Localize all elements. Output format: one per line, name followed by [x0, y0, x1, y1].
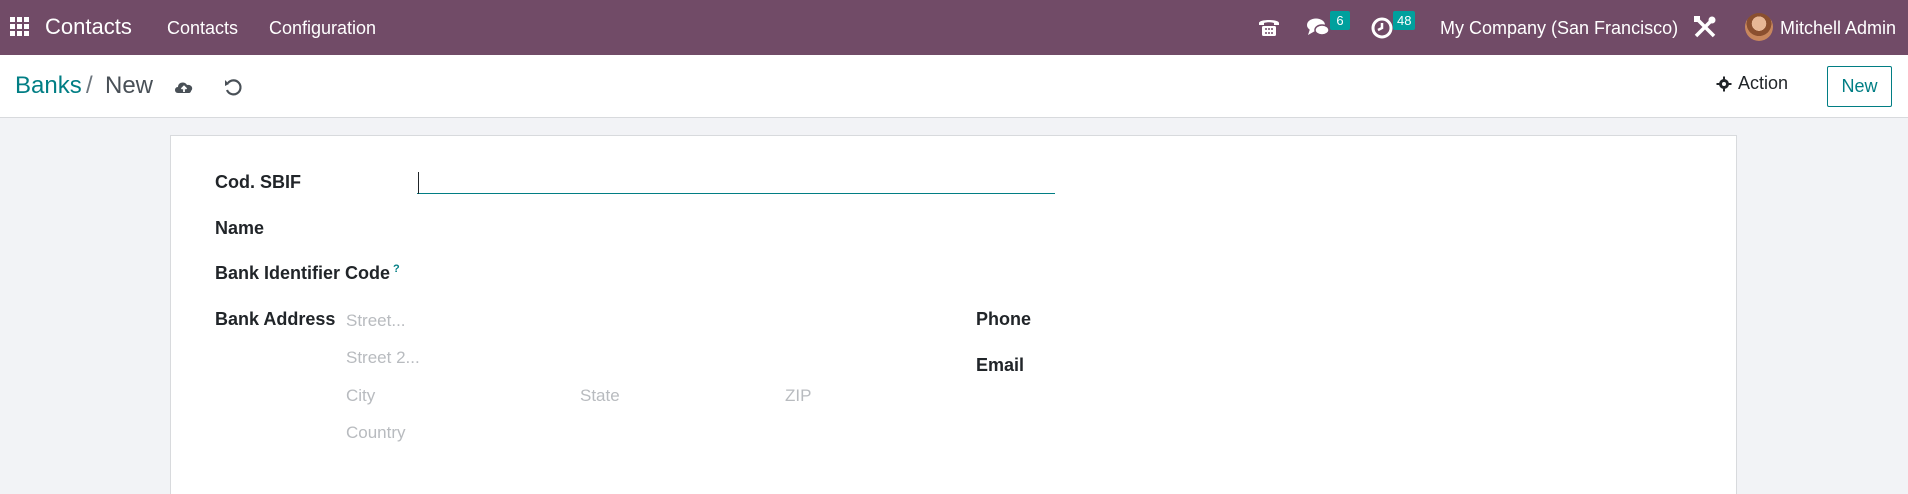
- clock-icon[interactable]: [1369, 14, 1395, 40]
- cod-sbif-label: Cod. SBIF: [215, 172, 301, 192]
- menu-configuration[interactable]: Configuration: [269, 18, 376, 39]
- chat-icon[interactable]: [1305, 14, 1331, 40]
- breadcrumb-separator: /: [86, 72, 93, 99]
- country-input[interactable]: Country: [346, 423, 406, 443]
- form-sheet: Cod. SBIF Name Bank Identifier Code? Ban…: [170, 135, 1737, 494]
- menu-contacts[interactable]: Contacts: [167, 18, 238, 39]
- city-input[interactable]: City: [346, 386, 375, 406]
- action-label: Action: [1738, 73, 1789, 93]
- messages-count-badge: 6: [1330, 11, 1350, 30]
- zip-input[interactable]: ZIP: [785, 386, 811, 406]
- email-label: Email: [976, 355, 1025, 375]
- breadcrumb-current: New: [105, 72, 154, 99]
- breadcrumb-banks[interactable]: Banks: [15, 72, 82, 100]
- street-input[interactable]: Street...: [346, 311, 406, 331]
- state-input[interactable]: State: [580, 386, 620, 406]
- user-avatar[interactable]: [1745, 13, 1773, 41]
- bic-help-tooltip[interactable]: ?: [393, 263, 400, 275]
- tools-icon[interactable]: [1692, 14, 1718, 40]
- name-label: Name: [215, 218, 265, 238]
- activities-count-badge: 48: [1393, 11, 1416, 30]
- bank-address-label: Bank Address: [215, 309, 336, 329]
- user-menu[interactable]: Mitchell Admin: [1780, 18, 1896, 39]
- cloud-upload-icon[interactable]: [172, 75, 196, 99]
- bic-label: Bank Identifier Code?: [215, 263, 400, 284]
- gear-icon: [1716, 76, 1732, 91]
- bic-label-text: Bank Identifier Code: [215, 263, 391, 283]
- top-navbar: Contacts Contacts Configuration 6 48 My …: [0, 0, 1908, 55]
- app-name[interactable]: Contacts: [45, 14, 132, 40]
- new-button[interactable]: New: [1827, 66, 1892, 107]
- phone-label: Phone: [976, 309, 1032, 329]
- text-caret: [418, 172, 419, 194]
- control-panel: Banks / New Action New: [0, 55, 1908, 118]
- street2-input[interactable]: Street 2...: [346, 348, 420, 368]
- phone-icon[interactable]: [1256, 14, 1282, 40]
- action-menu-button[interactable]: Action: [1716, 73, 1788, 94]
- cod-sbif-input[interactable]: [417, 164, 1055, 194]
- undo-icon[interactable]: [221, 75, 245, 99]
- apps-grid-icon[interactable]: [10, 17, 30, 37]
- company-switcher[interactable]: My Company (San Francisco): [1440, 18, 1678, 39]
